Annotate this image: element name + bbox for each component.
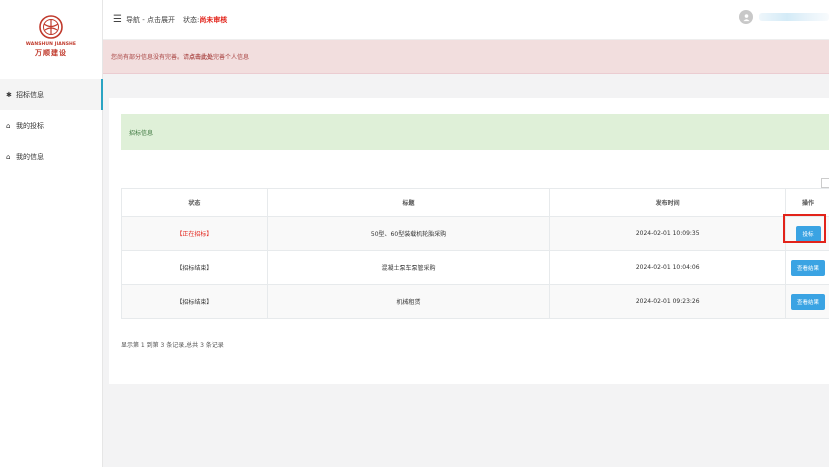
alert-text-prefix: 您尚有部分信息没有完善。请 (111, 54, 190, 61)
sidebar-item-bidding-info[interactable]: ✱ 招标信息 (0, 79, 103, 110)
row-action: 查看结果 (785, 284, 829, 319)
menu-toggle-icon[interactable]: ☰ (113, 14, 122, 25)
gear-icon: ✱ (6, 90, 12, 99)
column-header-title[interactable]: 标题 (266, 188, 551, 217)
incomplete-info-alert: 您尚有部分信息没有完善。请 点击此处 完善个人信息 (103, 40, 829, 74)
row-status: 【招标结束】 (121, 284, 268, 319)
table-header-row: 状态 标题 发布时间 操作 (121, 188, 829, 217)
sidebar-item-label: 我的信息 (16, 152, 44, 161)
user-icon (742, 13, 750, 21)
home-icon: ⌂ (6, 121, 11, 130)
home-icon: ⌂ (6, 152, 11, 161)
content-panel: 招标信息 状态 标题 发布时间 操作 【正在招标】 50型、60型装载机轮胎采购… (109, 98, 829, 384)
view-result-button[interactable]: 查看结果 (791, 259, 826, 276)
status-label: 状态:尚未审核 (183, 15, 227, 25)
brand-logo[interactable]: WANSHUN JIANSHE 万顺建设 (0, 0, 102, 72)
toolbar-corner[interactable] (821, 178, 829, 188)
nav-toggle-text[interactable]: 导航 - 点击展开 (126, 15, 175, 25)
row-status: 【招标结束】 (121, 250, 268, 285)
status-label-text: 状态: (182, 15, 200, 24)
top-header: ☰ 导航 - 点击展开 状态:尚未审核 (103, 0, 829, 40)
column-header-action: 操作 (785, 188, 829, 217)
highlight-annotation (783, 214, 826, 243)
logo-text-cn: 万顺建设 (35, 48, 67, 57)
row-time: 2024-02-01 09:23:26 (549, 284, 787, 319)
row-title: 50型、60型装载机轮胎采购 (266, 216, 551, 251)
row-status: 【正在招标】 (121, 216, 268, 251)
table-row: 【正在招标】 50型、60型装载机轮胎采购 2024-02-01 10:09:3… (121, 216, 829, 251)
sidebar-item-label: 我的投标 (16, 121, 44, 130)
alert-link[interactable]: 点击此处 (189, 52, 213, 61)
status-badge: 尚未审核 (199, 15, 228, 24)
sidebar-item-my-info[interactable]: ⌂ 我的信息 (0, 141, 102, 172)
main-content: 招标信息 状态 标题 发布时间 操作 【正在招标】 50型、60型装载机轮胎采购… (103, 74, 829, 467)
column-header-status[interactable]: 状态 (121, 188, 268, 217)
section-title-banner: 招标信息 (121, 114, 829, 150)
user-menu[interactable] (739, 10, 829, 24)
pagination-summary: 显示第 1 到第 3 条记录,总共 3 条记录 (121, 342, 224, 349)
row-action: 查看结果 (785, 250, 829, 285)
user-name-blurred (759, 13, 829, 21)
alert-text-suffix: 完善个人信息 (213, 54, 250, 61)
table-row: 【招标结束】 机械租赁 2024-02-01 09:23:26 查看结果 (121, 284, 829, 319)
sidebar: WANSHUN JIANSHE 万顺建设 ✱ 招标信息 ⌂ 我的投标 ⌂ 我的信… (0, 0, 103, 467)
bidding-table: 状态 标题 发布时间 操作 【正在招标】 50型、60型装载机轮胎采购 2024… (121, 188, 829, 319)
view-result-button[interactable]: 查看结果 (791, 293, 826, 310)
row-title: 机械租赁 (266, 284, 551, 319)
column-header-time[interactable]: 发布时间 (549, 188, 787, 217)
logo-text-en: WANSHUN JIANSHE (25, 41, 77, 47)
row-time: 2024-02-01 10:09:35 (549, 216, 787, 251)
logo-emblem-icon (39, 14, 63, 39)
table-row: 【招标结束】 混凝土泵车泵管采购 2024-02-01 10:04:06 查看结… (121, 250, 829, 285)
avatar[interactable] (739, 10, 753, 24)
row-title: 混凝土泵车泵管采购 (266, 250, 551, 285)
row-time: 2024-02-01 10:04:06 (549, 250, 787, 285)
sidebar-item-label: 招标信息 (16, 90, 44, 99)
sidebar-item-my-bids[interactable]: ⌂ 我的投标 (0, 110, 102, 141)
